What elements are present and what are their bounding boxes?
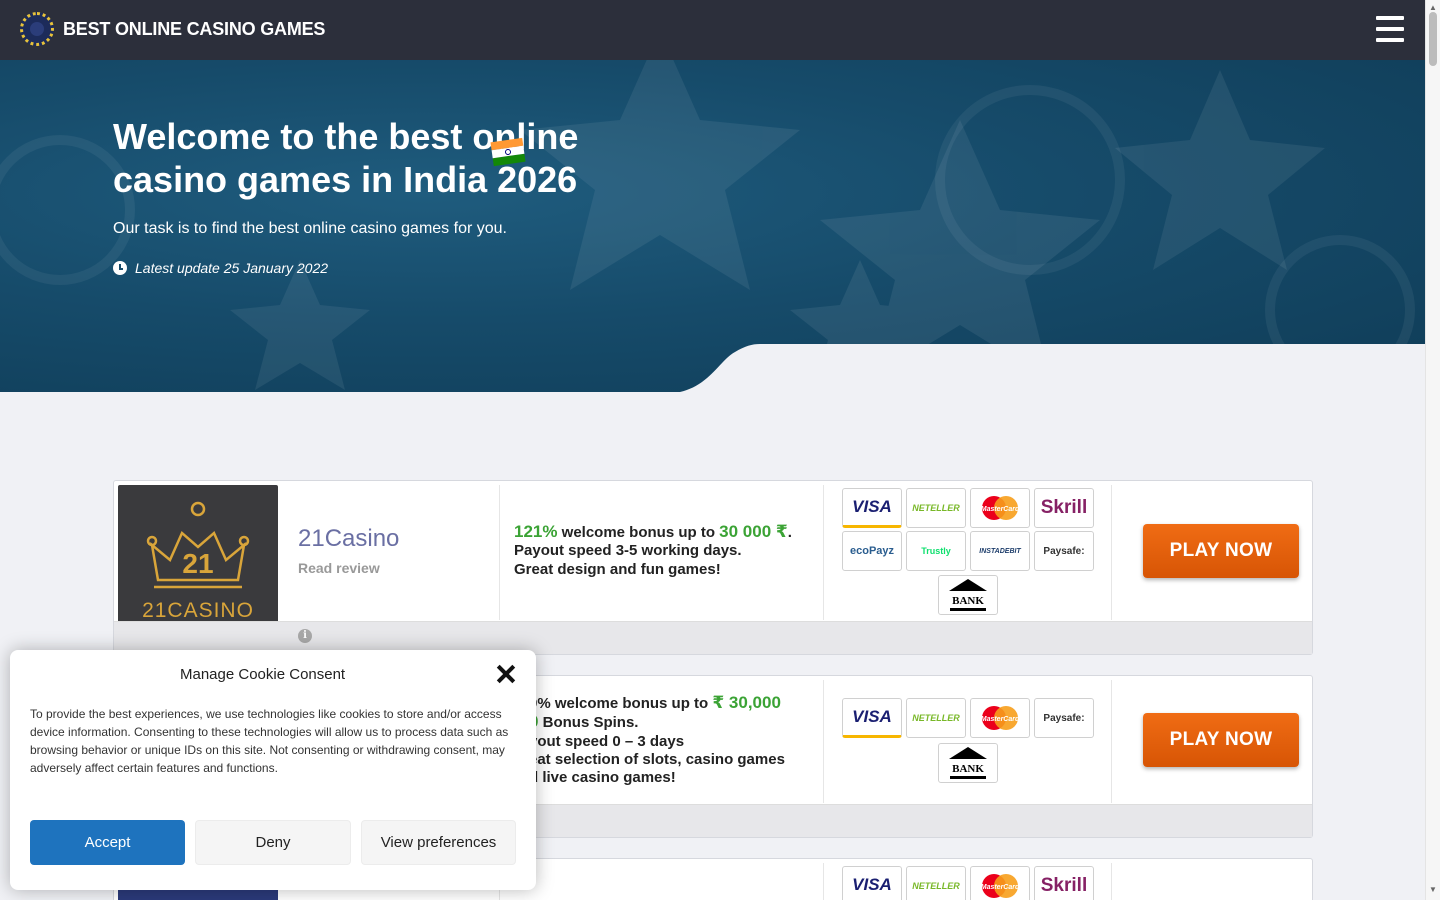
- info-icon[interactable]: i: [298, 629, 312, 643]
- cookie-dialog-text: To provide the best experiences, we use …: [30, 707, 509, 775]
- svg-text:BANK: BANK: [952, 595, 984, 607]
- payout-speed: yout speed 0 – 3 days: [529, 732, 685, 750]
- deny-button[interactable]: Deny: [195, 820, 351, 865]
- column-divider: [1111, 485, 1112, 620]
- skrill-icon: Skrill: [1034, 488, 1094, 528]
- svg-text:21CASINO: 21CASINO: [142, 599, 254, 622]
- brand-name[interactable]: BEST ONLINE CASINO GAMES: [63, 19, 325, 40]
- trustly-icon: Trustly: [906, 531, 966, 571]
- payout-speed: Payout speed 3-5 working days.: [514, 542, 742, 560]
- casino-name[interactable]: 21Casino: [298, 525, 399, 553]
- bonus-amount: 30 000 ₹: [719, 522, 788, 541]
- visa-icon: VISA: [842, 488, 902, 528]
- page-title: Welcome to the best online casino games …: [113, 116, 579, 200]
- bonus-end: .: [787, 524, 792, 541]
- bonus-description: 121% welcome bonus up to 30 000 ₹. Payou…: [514, 522, 814, 579]
- view-preferences-button[interactable]: View preferences: [361, 820, 516, 865]
- casino-feature: d live casino games!: [529, 769, 676, 787]
- hero-subtitle: Our task is to find the best online casi…: [113, 220, 507, 237]
- bank-transfer-icon: BANK: [938, 743, 998, 783]
- column-divider: [1111, 680, 1112, 803]
- hamburger-menu-icon[interactable]: [1376, 16, 1404, 42]
- bonus-text: welcome bonus up to: [550, 695, 713, 712]
- instadebit-icon: INSTADEBIT: [970, 531, 1030, 571]
- clock-icon: [113, 261, 127, 275]
- bonus-percent: 121%: [514, 522, 558, 541]
- svg-text:MasterCard: MasterCard: [981, 884, 1020, 891]
- svg-text:BANK: BANK: [952, 763, 984, 775]
- bonus-description: 0% welcome bonus up to ₹ 30,000 0 Bonus …: [529, 693, 829, 787]
- casino-feature: Great design and fun games!: [514, 560, 721, 578]
- brand-logo-icon[interactable]: [20, 12, 54, 46]
- accept-button[interactable]: Accept: [30, 820, 185, 865]
- column-divider: [823, 863, 824, 900]
- bonus-amount: ₹ 30,000: [712, 693, 781, 712]
- read-review-link[interactable]: Read review: [298, 560, 380, 576]
- bonus-spins: Bonus Spins.: [538, 714, 639, 732]
- column-divider: [1111, 863, 1112, 900]
- scroll-up-arrow-icon[interactable]: ▲: [1429, 3, 1437, 12]
- paysafe-icon: Paysafe:: [1034, 698, 1094, 738]
- mastercard-icon: MasterCard: [970, 488, 1030, 528]
- ecopayz-icon: ecoPayz: [842, 531, 902, 571]
- bonus-text: welcome bonus up to: [557, 524, 720, 541]
- top-navbar: BEST ONLINE CASINO GAMES: [0, 0, 1425, 60]
- cookie-consent-dialog: Manage Cookie Consent To provide the bes…: [10, 650, 536, 890]
- bank-transfer-icon: BANK: [938, 575, 998, 615]
- column-divider: [823, 485, 824, 620]
- svg-text:MasterCard: MasterCard: [981, 506, 1020, 513]
- play-now-button[interactable]: PLAY NOW: [1143, 713, 1299, 767]
- column-divider: [499, 485, 500, 620]
- page-scrollbar[interactable]: ▲ ▼: [1425, 0, 1440, 900]
- hero-banner: Welcome to the best online casino games …: [0, 60, 1425, 392]
- cookie-dialog-title: Manage Cookie Consent: [180, 666, 346, 683]
- skrill-icon: Skrill: [1034, 866, 1094, 900]
- neteller-icon: NETELLER: [906, 488, 966, 528]
- last-update-text: Latest update 25 January 2022: [135, 260, 329, 276]
- last-update: Latest update 25 January 2022: [113, 260, 328, 276]
- play-now-button[interactable]: PLAY NOW: [1143, 524, 1299, 578]
- mastercard-icon: MasterCard: [970, 698, 1030, 738]
- close-icon[interactable]: [496, 664, 516, 684]
- casino-card-21casino: 21 21CASINO 21Casino Read review i 121% …: [113, 480, 1313, 655]
- paysafe-icon: Paysafe:: [1034, 531, 1094, 571]
- mastercard-icon: MasterCard: [970, 866, 1030, 900]
- neteller-icon: NETELLER: [906, 698, 966, 738]
- casino-feature: eat selection of slots, casino games: [529, 750, 785, 768]
- visa-icon: VISA: [842, 698, 902, 738]
- neteller-icon: NETELLER: [906, 866, 966, 900]
- scrollbar-thumb[interactable]: [1429, 12, 1437, 66]
- india-flag-icon: [490, 137, 526, 167]
- svg-text:21: 21: [182, 548, 213, 579]
- svg-text:MasterCard: MasterCard: [981, 716, 1020, 723]
- visa-icon: VISA: [842, 866, 902, 900]
- scroll-down-arrow-icon[interactable]: ▼: [1429, 885, 1437, 894]
